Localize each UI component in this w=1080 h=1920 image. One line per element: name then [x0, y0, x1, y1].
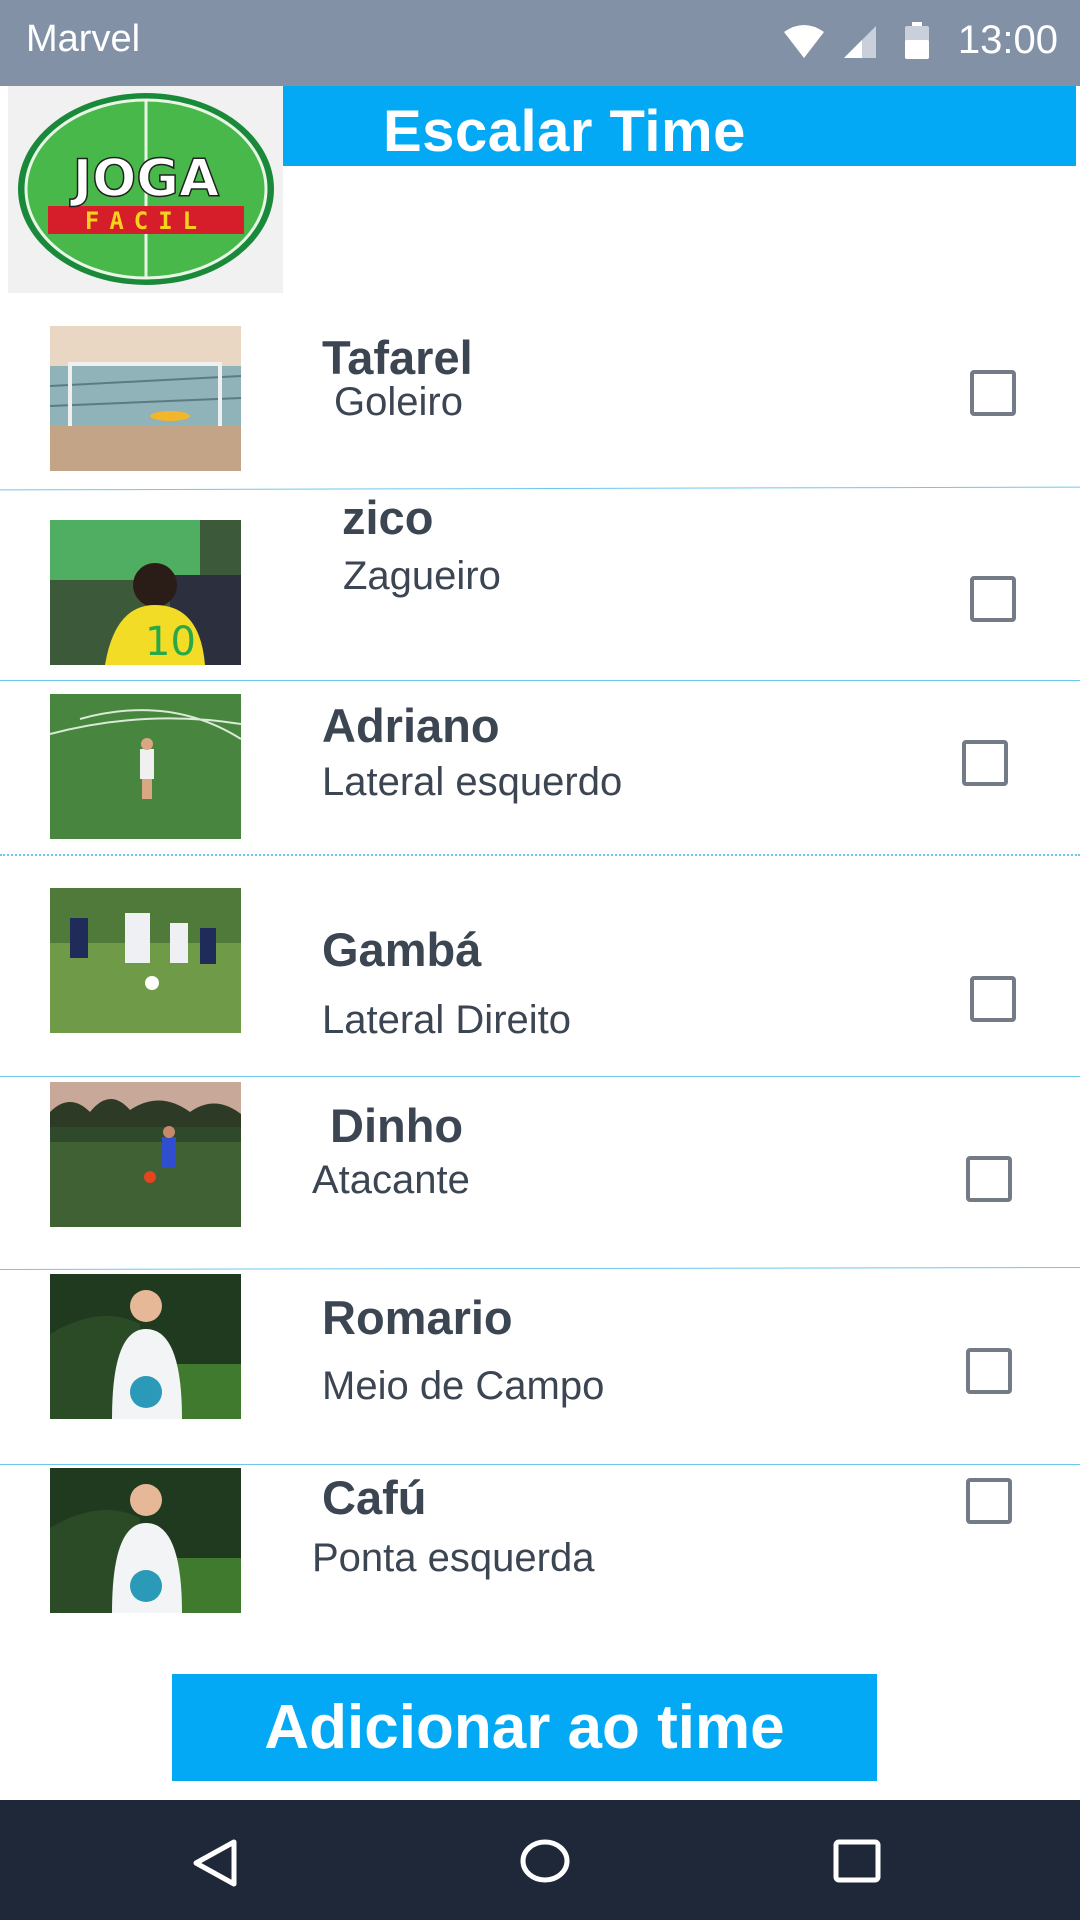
player-photo	[50, 888, 241, 1033]
select-checkbox[interactable]	[970, 976, 1016, 1022]
select-checkbox[interactable]	[966, 1478, 1012, 1524]
logo-text-bottom: FACIL	[85, 207, 207, 235]
player-name: Cafú	[322, 1471, 427, 1524]
logo-text-top: JOGA	[70, 149, 219, 209]
select-checkbox[interactable]	[962, 740, 1008, 786]
player-photo	[50, 1082, 241, 1227]
title-bar: Escalar Time	[283, 86, 1076, 166]
navigation-bar	[0, 1800, 1080, 1920]
player-role: Ponta esquerda	[312, 1536, 595, 1580]
player-name: zico	[342, 491, 434, 544]
player-name: Tafarel	[322, 331, 473, 384]
page-title: Escalar Time	[383, 99, 746, 164]
player-photo	[50, 1274, 241, 1419]
svg-text:10: 10	[145, 619, 196, 665]
signal-icon	[844, 26, 876, 58]
player-role: Zagueiro	[343, 554, 501, 598]
player-name: Dinho	[330, 1099, 464, 1152]
wifi-icon	[784, 25, 824, 58]
recents-icon[interactable]	[832, 1838, 882, 1884]
player-role: Goleiro	[334, 380, 463, 424]
row-divider	[0, 486, 1080, 491]
select-checkbox[interactable]	[966, 1348, 1012, 1394]
player-role: Atacante	[312, 1158, 470, 1202]
player-photo	[50, 326, 241, 471]
row-divider	[0, 1267, 1080, 1270]
row-divider	[0, 680, 1080, 681]
player-photo	[50, 1468, 241, 1613]
row-divider	[0, 1464, 1080, 1465]
home-icon[interactable]	[518, 1836, 572, 1886]
player-role: Meio de Campo	[322, 1364, 605, 1408]
select-checkbox[interactable]	[970, 576, 1016, 622]
status-time: 13:00	[957, 18, 1058, 62]
player-role: Lateral esquerdo	[322, 760, 623, 804]
back-icon[interactable]	[190, 1838, 240, 1888]
player-role: Lateral Direito	[322, 998, 572, 1042]
row-divider	[0, 1076, 1080, 1077]
player-photo	[50, 694, 241, 839]
row-divider	[0, 854, 1080, 856]
status-app-name: Marvel	[26, 18, 141, 60]
select-checkbox[interactable]	[966, 1156, 1012, 1202]
select-checkbox[interactable]	[970, 370, 1016, 416]
player-photo: 10	[50, 520, 241, 665]
player-name: Gambá	[322, 923, 482, 976]
player-name: Romario	[322, 1291, 513, 1344]
player-name: Adriano	[322, 699, 500, 752]
add-to-team-button[interactable]: Adicionar ao time	[172, 1674, 877, 1781]
battery-icon	[905, 22, 929, 59]
joga-facil-logo: JOGA FACIL	[8, 86, 283, 293]
status-bar: Marvel 13:00	[0, 0, 1080, 86]
